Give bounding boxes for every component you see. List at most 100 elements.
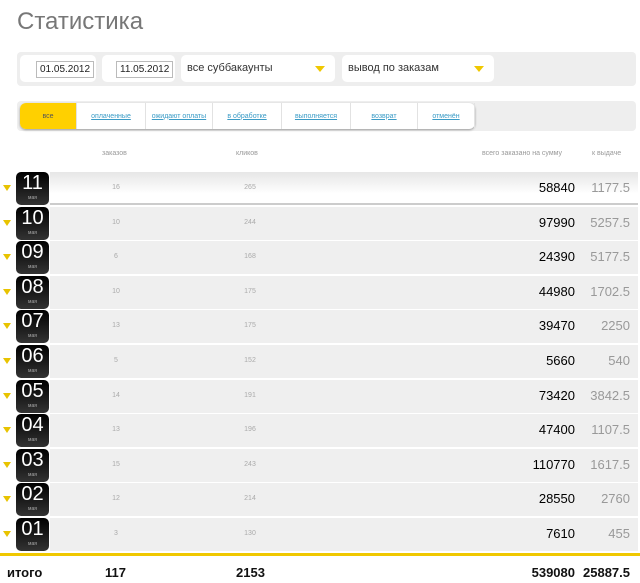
orders-cell: 6 [114,253,118,261]
orders-cell: 15 [112,460,120,468]
orders-cell: 13 [112,322,120,330]
date-badge: 09 мая [16,241,49,275]
date-from-input[interactable]: 01.05.2012 [36,61,95,78]
output-select[interactable]: вывод по заказам [342,55,494,82]
orders-cell: 14 [112,391,120,399]
clicks-cell: 175 [244,287,256,295]
day-number: 06 [21,345,44,367]
date-badge: 08 мая [16,275,49,309]
sum-cell: 97990 [538,214,575,230]
clicks-cell: 130 [244,530,256,537]
tab-1[interactable]: оплаченные [77,103,146,129]
filter-bar: 01.05.2012 11.05.2012 все суббакаунты вы… [17,52,636,86]
expand-arrow-icon[interactable] [3,288,11,295]
clicks-cell: 196 [244,426,256,434]
orders-cell: 10 [112,218,120,226]
month-label: мая [28,471,37,478]
date-badge: 07 мая [16,310,49,344]
month-label: мая [28,333,37,340]
month-label: мая [28,195,37,201]
status-tabs: все оплаченные ожидают оплаты в обработке вы… [20,103,475,129]
subaccounts-value: все суббакаунты [187,62,273,74]
table-row[interactable]: 09 мая 6 168 24390 5177.5 [0,241,640,275]
expand-arrow-icon[interactable] [3,531,11,537]
month-label: мая [28,402,37,409]
expand-arrow-icon[interactable] [3,358,11,364]
table-row[interactable]: 04 мая 13 196 47400 1107.5 [0,414,640,448]
date-badge: 04 мая [16,414,49,448]
table-row[interactable]: 03 мая 15 243 110770 1617.5 [0,448,640,482]
clicks-cell: 214 [244,495,256,503]
table-row[interactable]: 07 мая 13 175 39470 2250 [0,310,640,344]
table-row[interactable]: 10 мая 10 244 97990 5257.5 [0,206,640,240]
day-number: 04 [21,414,44,437]
sum-cell: 47400 [538,422,575,438]
payout-cell: 1177.5 [591,180,630,195]
clicks-cell: 265 [244,184,256,191]
tab-6[interactable]: отменён [418,103,475,129]
expand-arrow-icon[interactable] [3,392,11,399]
expand-arrow-icon[interactable] [3,461,11,468]
day-number: 10 [21,206,44,229]
day-number: 03 [21,448,44,471]
expand-arrow-icon[interactable] [3,323,11,330]
sum-cell: 28550 [538,491,575,507]
month-label: мая [28,298,37,305]
clicks-cell: 244 [244,218,256,226]
expand-arrow-icon[interactable] [3,427,11,434]
date-badge: 11 мая [16,172,49,205]
output-value: вывод по заказам [348,62,439,74]
expand-arrow-icon[interactable] [3,185,11,191]
sum-cell: 39470 [538,318,575,334]
table-row[interactable]: 11 мая 16 265 58840 1177.5 [0,172,640,205]
payout-cell: 5257.5 [590,214,630,230]
payout-cell: 1702.5 [590,283,630,299]
payout-cell: 1617.5 [590,456,630,472]
month-label: мая [28,368,37,374]
orders-cell: 10 [112,287,120,295]
date-badge: 05 мая [16,379,49,413]
tab-5[interactable]: возврат [351,103,418,129]
chevron-down-icon [315,66,325,72]
day-number: 08 [21,275,44,298]
day-number: 09 [21,241,44,264]
month-label: мая [28,437,37,444]
month-label: мая [28,264,37,271]
header-payout: к выдаче [592,150,622,157]
payout-cell: 540 [608,353,630,368]
total-orders: 117 [105,565,126,580]
table-row[interactable]: 06 мая 5 152 5660 540 [0,345,640,378]
date-to-input[interactable]: 11.05.2012 [116,61,174,78]
sum-cell: 7610 [546,526,575,541]
table-row[interactable]: 02 мая 12 214 28550 2760 [0,483,640,517]
tab-3[interactable]: в обработке [213,103,282,129]
expand-arrow-icon[interactable] [3,254,11,261]
expand-arrow-icon[interactable] [3,496,11,503]
date-badge: 06 мая [16,345,49,378]
date-badge: 03 мая [16,448,49,482]
expand-arrow-icon[interactable] [3,219,11,226]
tab-2[interactable]: ожидают оплаты [146,103,213,129]
subaccounts-select[interactable]: все суббакаунты [181,55,335,82]
table-row[interactable]: 05 мая 14 191 73420 3842.5 [0,379,640,413]
header-clicks: кликов [236,150,258,157]
orders-cell: 16 [112,184,120,191]
day-number: 07 [21,310,44,333]
clicks-cell: 175 [244,322,256,330]
clicks-cell: 168 [244,253,256,261]
table-row[interactable]: 01 мая 3 130 7610 455 [0,518,640,551]
orders-cell: 12 [112,495,120,503]
day-number: 01 [21,518,44,540]
tab-4[interactable]: выполняется [282,103,351,129]
table-row[interactable]: 08 мая 10 175 44980 1702.5 [0,275,640,309]
payout-cell: 2250 [601,318,630,334]
month-label: мая [28,506,37,513]
date-badge: 02 мая [16,483,49,517]
header-orders: заказов [102,150,127,157]
clicks-cell: 152 [244,357,256,364]
date-from-box: 01.05.2012 [20,55,96,82]
chevron-down-icon [474,66,484,72]
orders-cell: 13 [112,426,120,434]
date-badge: 10 мая [16,206,49,240]
tab-0[interactable]: все [20,103,77,129]
